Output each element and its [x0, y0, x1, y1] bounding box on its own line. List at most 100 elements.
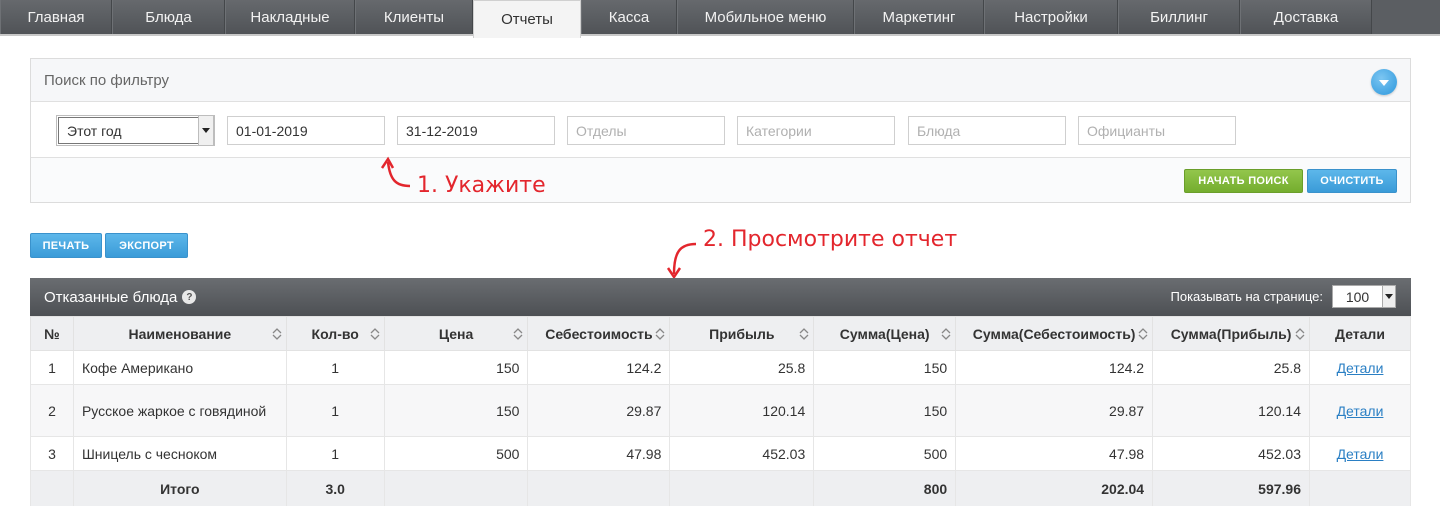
- per-page-dropdown-icon: [1382, 286, 1395, 307]
- per-page-label: Показывать на странице:: [1170, 289, 1324, 304]
- table-header-row: № Наименование Кол-во Цена Себестоимость…: [30, 316, 1411, 351]
- date-to-input[interactable]: [397, 116, 555, 145]
- filter-panel-title: Поиск по фильтру: [44, 71, 170, 89]
- cell-sum-cost: 29.87: [955, 384, 1154, 437]
- export-button[interactable]: ЭКСПОРТ: [105, 233, 188, 258]
- cell-details: Детали: [1309, 350, 1411, 385]
- tab-clients[interactable]: Клиенты: [355, 0, 473, 34]
- cell-empty: [669, 470, 815, 506]
- tab-delivery[interactable]: Доставка: [1240, 0, 1372, 34]
- print-button[interactable]: ПЕЧАТЬ: [30, 233, 102, 258]
- collapse-chevron-icon[interactable]: [1371, 69, 1397, 95]
- col-profit[interactable]: Прибыль: [669, 316, 815, 351]
- cell-profit: 120.14: [669, 384, 815, 437]
- cell-sum-price: 500: [813, 436, 957, 471]
- cell-price: 150: [383, 384, 529, 437]
- sort-icon: [370, 328, 380, 340]
- tab-home[interactable]: Главная: [0, 0, 112, 34]
- filter-panel: Поиск по фильтру Этот год НАЧАТЬ ПОИСК О…: [30, 58, 1411, 203]
- total-sum-profit: 597.96: [1152, 470, 1310, 506]
- total-sum-price: 800: [813, 470, 957, 506]
- col-sum-cost[interactable]: Сумма(Себестоимость): [955, 316, 1154, 351]
- cell-cost: 124.2: [527, 350, 671, 385]
- period-select-value: Этот год: [58, 117, 213, 144]
- categories-input[interactable]: [737, 116, 895, 145]
- cell-profit: 452.03: [669, 436, 815, 471]
- tab-mobile-menu[interactable]: Мобильное меню: [677, 0, 854, 34]
- cell-sum-price: 150: [813, 350, 957, 385]
- tab-reports[interactable]: Отчеты: [473, 0, 581, 38]
- cell-name: Русское жаркое с говядиной: [72, 384, 287, 437]
- col-number: №: [30, 316, 74, 351]
- date-from-input[interactable]: [227, 116, 385, 145]
- clear-button[interactable]: ОЧИСТИТЬ: [1307, 169, 1397, 193]
- per-page-select[interactable]: 100: [1332, 285, 1396, 308]
- sort-icon: [513, 328, 523, 340]
- table-row: 1 Кофе Американо 1 150 124.2 25.8 150 12…: [30, 350, 1411, 385]
- total-sum-cost: 202.04: [955, 470, 1154, 506]
- departments-input[interactable]: [567, 116, 725, 145]
- tab-billing[interactable]: Биллинг: [1118, 0, 1240, 34]
- cell-cost: 29.87: [527, 384, 671, 437]
- cell-price: 150: [383, 350, 529, 385]
- filter-panel-header: Поиск по фильтру: [31, 59, 1410, 102]
- period-dropdown-arrow-icon[interactable]: [198, 115, 214, 146]
- cell-sum-cost: 47.98: [955, 436, 1154, 471]
- details-link[interactable]: Детали: [1337, 446, 1384, 462]
- details-link[interactable]: Детали: [1337, 403, 1384, 419]
- sort-icon: [799, 328, 809, 340]
- cell-sum-cost: 124.2: [955, 350, 1154, 385]
- cell-details: Детали: [1309, 436, 1411, 471]
- tab-dishes[interactable]: Блюда: [112, 0, 225, 34]
- sort-icon: [655, 328, 665, 340]
- tab-marketing[interactable]: Маркетинг: [854, 0, 984, 34]
- start-search-button[interactable]: НАЧАТЬ ПОИСК: [1184, 169, 1303, 193]
- table-row: 3 Шницель с чесноком 1 500 47.98 452.03 …: [30, 436, 1411, 471]
- col-qty[interactable]: Кол-во: [285, 316, 385, 351]
- col-name[interactable]: Наименование: [72, 316, 287, 351]
- waiters-input[interactable]: [1078, 116, 1236, 145]
- sort-icon: [1295, 328, 1305, 340]
- tab-invoices[interactable]: Накладные: [225, 0, 355, 34]
- cell-name: Шницель с чесноком: [72, 436, 287, 471]
- filter-fields: Этот год: [31, 102, 1410, 158]
- filter-actions: НАЧАТЬ ПОИСК ОЧИСТИТЬ: [31, 158, 1410, 202]
- cell-sum-profit: 452.03: [1152, 436, 1310, 471]
- annotation-step-2: 2. Просмотрите отчет: [703, 227, 958, 252]
- annotation-step-1: 1. Укажите: [417, 173, 546, 198]
- cell-empty: [383, 470, 529, 506]
- main-nav: Главная Блюда Накладные Клиенты Отчеты К…: [0, 0, 1440, 38]
- cell-name: Кофе Американо: [72, 350, 287, 385]
- cell-price: 500: [383, 436, 529, 471]
- period-select[interactable]: Этот год: [56, 115, 215, 146]
- help-icon[interactable]: ?: [182, 290, 197, 304]
- cell-number: 3: [30, 436, 74, 471]
- cell-cost: 47.98: [527, 436, 671, 471]
- sort-icon: [1138, 328, 1148, 340]
- cell-number: 1: [30, 350, 74, 385]
- report-title: Отказанные блюда: [44, 288, 178, 306]
- total-label: Итого: [72, 470, 287, 506]
- cell-details: Детали: [1309, 384, 1411, 437]
- col-price[interactable]: Цена: [383, 316, 529, 351]
- sort-icon: [941, 328, 951, 340]
- tab-settings[interactable]: Настройки: [984, 0, 1118, 34]
- cell-number: 2: [30, 384, 74, 437]
- table-row: 2 Русское жаркое с говядиной 1 150 29.87…: [30, 384, 1411, 437]
- cell-sum-profit: 120.14: [1152, 384, 1310, 437]
- tab-cashbox[interactable]: Касса: [581, 0, 677, 34]
- report-table: № Наименование Кол-во Цена Себестоимость…: [30, 316, 1411, 506]
- cell-profit: 25.8: [669, 350, 815, 385]
- cell-qty: 1: [285, 384, 385, 437]
- dishes-input[interactable]: [908, 116, 1066, 145]
- cell-sum-profit: 25.8: [1152, 350, 1310, 385]
- cell-qty: 1: [285, 350, 385, 385]
- report-header: Отказанные блюда ? Показывать на страниц…: [30, 278, 1411, 316]
- per-page-value: 100: [1345, 288, 1370, 305]
- col-cost[interactable]: Себестоимость: [527, 316, 671, 351]
- cell-sum-price: 150: [813, 384, 957, 437]
- details-link[interactable]: Детали: [1337, 360, 1384, 376]
- col-sum-profit[interactable]: Сумма(Прибыль): [1152, 316, 1310, 351]
- col-sum-price[interactable]: Сумма(Цена): [813, 316, 957, 351]
- total-qty: 3.0: [285, 470, 385, 506]
